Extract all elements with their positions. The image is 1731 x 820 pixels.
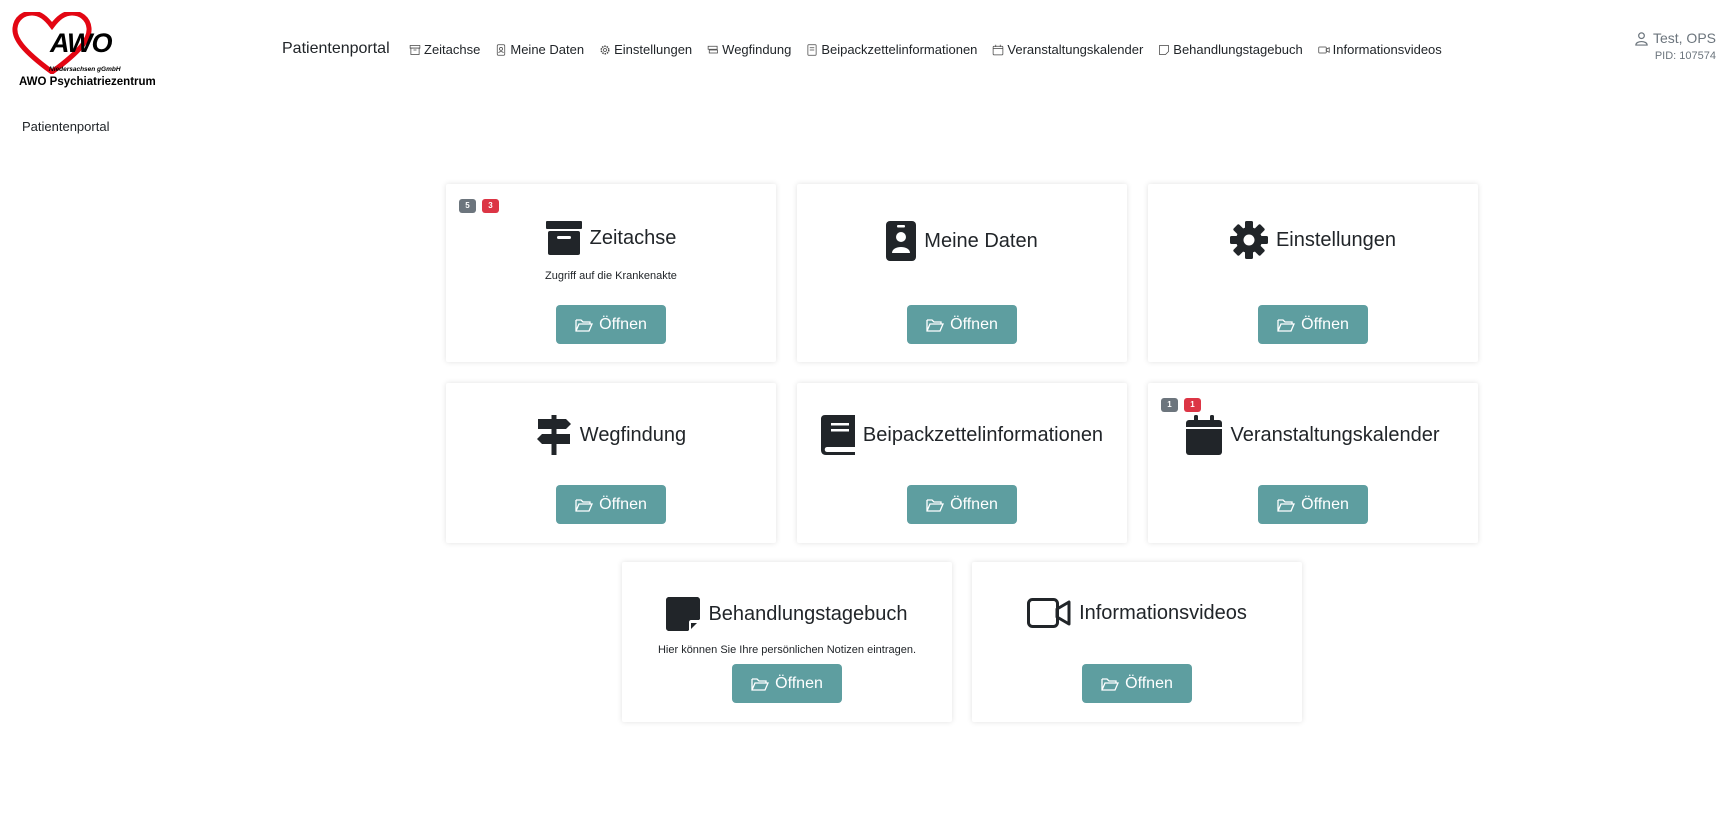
open-button[interactable]: Öffnen xyxy=(556,305,666,344)
card-title: Zeitachse xyxy=(589,226,677,249)
book-icon xyxy=(820,415,855,455)
video-icon xyxy=(1027,598,1071,628)
card-description: Hier können Sie Ihre persönlichen Notize… xyxy=(657,644,917,656)
sticky-note-icon xyxy=(666,597,701,631)
count-badge-new: 3 xyxy=(482,199,499,213)
card-veranstaltungskalender: 1 1 Veranstaltungskalender Öffnen xyxy=(1148,383,1478,543)
user-name: Test, OPS xyxy=(1652,30,1716,46)
folder-open-icon xyxy=(1277,498,1296,512)
card-zeitachse: 5 3 Zeitachse Zugriff auf die Krankenakt… xyxy=(446,184,776,362)
nav-item-zeitachse[interactable]: Zeitachse xyxy=(409,42,480,57)
nav-label: Informationsvideos xyxy=(1332,42,1442,57)
user-menu[interactable]: Test, OPS PID: 107574 xyxy=(1634,30,1716,62)
open-button[interactable]: Öffnen xyxy=(1258,305,1368,344)
nav-item-behandlungstagebuch[interactable]: Behandlungstagebuch xyxy=(1158,42,1303,57)
video-icon xyxy=(1318,46,1330,53)
count-badge: 5 xyxy=(459,199,476,213)
card-wegfindung: Wegfindung Öffnen xyxy=(446,383,776,543)
open-button-label: Öffnen xyxy=(1301,495,1349,513)
open-button-label: Öffnen xyxy=(775,674,823,692)
card-title: Veranstaltungskalender xyxy=(1230,423,1440,446)
breadcrumb[interactable]: Patientenportal xyxy=(22,119,109,134)
folder-open-icon xyxy=(926,498,945,512)
patient-id: PID: 107574 xyxy=(1654,50,1716,62)
sticky-note-icon xyxy=(1159,44,1170,55)
calendar-icon xyxy=(993,44,1004,55)
book-icon xyxy=(807,43,817,56)
person-icon xyxy=(1635,31,1648,46)
count-badge-new: 1 xyxy=(1184,398,1201,412)
card-title: Wegfindung xyxy=(579,423,687,446)
card-beipackzettelinformationen: Beipackzettelinformationen Öffnen xyxy=(797,383,1127,543)
brand-link[interactable]: Patientenportal xyxy=(282,40,390,58)
open-button-label: Öffnen xyxy=(950,315,998,333)
main-nav: Zeitachse Meine Daten Einstellungen Wegf… xyxy=(409,42,1442,57)
nav-label: Behandlungstagebuch xyxy=(1173,42,1303,57)
open-button[interactable]: Öffnen xyxy=(907,305,1017,344)
card-title: Beipackzettelinformationen xyxy=(862,423,1104,446)
folder-open-icon xyxy=(751,677,770,691)
calendar-icon xyxy=(1186,415,1223,455)
awo-logo[interactable]: AWO Niedersachsen gGmbH AWO Psychiatriez… xyxy=(12,12,162,92)
person-badge-icon xyxy=(497,43,506,56)
gear-icon xyxy=(1229,221,1268,259)
logo-subtitle: AWO Psychiatriezentrum xyxy=(19,76,156,88)
nav-label: Meine Daten xyxy=(510,42,585,57)
card-title: Informationsvideos xyxy=(1079,601,1247,624)
open-button[interactable]: Öffnen xyxy=(1258,485,1368,524)
open-button[interactable]: Öffnen xyxy=(907,485,1017,524)
folder-open-icon xyxy=(575,498,594,512)
open-button-label: Öffnen xyxy=(1301,315,1349,333)
nav-item-meine-daten[interactable]: Meine Daten xyxy=(495,42,584,57)
open-button-label: Öffnen xyxy=(1125,674,1173,692)
card-meine-daten: Meine Daten Öffnen xyxy=(797,184,1127,362)
open-button[interactable]: Öffnen xyxy=(1082,664,1192,703)
open-button-label: Öffnen xyxy=(599,315,647,333)
person-badge-icon xyxy=(886,221,917,261)
open-button-label: Öffnen xyxy=(599,495,647,513)
gear-icon xyxy=(600,45,610,54)
card-title: Behandlungstagebuch xyxy=(708,602,908,625)
nav-item-wegfindung[interactable]: Wegfindung xyxy=(707,42,791,57)
card-einstellungen: Einstellungen Öffnen xyxy=(1148,184,1478,362)
folder-open-icon xyxy=(1101,677,1120,691)
count-badge: 1 xyxy=(1161,398,1178,412)
signpost-icon xyxy=(536,415,571,455)
archive-icon xyxy=(545,221,582,255)
nav-item-einstellungen[interactable]: Einstellungen xyxy=(599,42,692,57)
archive-icon xyxy=(409,44,421,55)
nav-item-beipackzettel[interactable]: Beipackzettelinformationen xyxy=(806,42,977,57)
folder-open-icon xyxy=(575,318,594,332)
nav-label: Zeitachse xyxy=(424,42,481,57)
nav-label: Wegfindung xyxy=(722,42,792,57)
nav-label: Veranstaltungskalender xyxy=(1007,42,1144,57)
nav-label: Einstellungen xyxy=(614,42,693,57)
open-button-label: Öffnen xyxy=(950,495,998,513)
folder-open-icon xyxy=(926,318,945,332)
card-description: Zugriff auf die Krankenakte xyxy=(545,270,677,282)
logo-word: AWO xyxy=(50,28,112,58)
logo-subtitle-small: Niedersachsen gGmbH xyxy=(49,66,121,73)
nav-label: Beipackzettelinformationen xyxy=(821,42,978,57)
card-title: Meine Daten xyxy=(924,229,1038,252)
open-button[interactable]: Öffnen xyxy=(732,664,842,703)
folder-open-icon xyxy=(1277,318,1296,332)
open-button[interactable]: Öffnen xyxy=(556,485,666,524)
nav-item-informationsvideos[interactable]: Informationsvideos xyxy=(1318,42,1442,57)
card-title: Einstellungen xyxy=(1275,228,1397,251)
nav-item-veranstaltungskalender[interactable]: Veranstaltungskalender xyxy=(992,42,1143,57)
card-informationsvideos: Informationsvideos Öffnen xyxy=(972,562,1302,722)
card-behandlungstagebuch: Behandlungstagebuch Hier können Sie Ihre… xyxy=(622,562,952,722)
signpost-icon xyxy=(707,45,719,53)
